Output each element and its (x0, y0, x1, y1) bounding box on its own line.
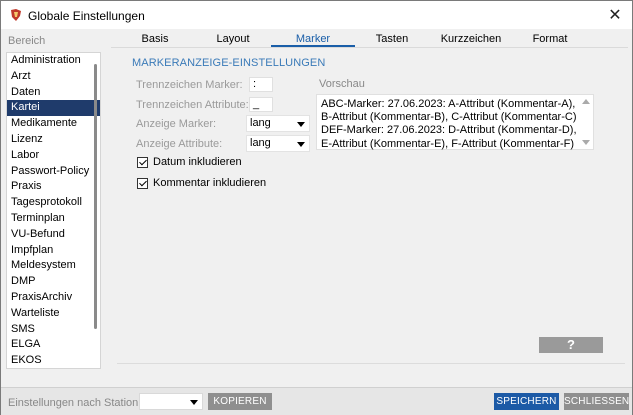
tab-basis[interactable]: Basis (113, 30, 197, 48)
scroll-up-icon[interactable] (582, 99, 590, 104)
sidebar-item-vu-befund[interactable]: VU-Befund (7, 227, 100, 243)
separator-marker-label: Trennzeichen Marker: (136, 79, 243, 91)
settings-window: Globale Einstellungen ✕ Bereich Administ… (0, 0, 633, 415)
sidebar-scrollbar[interactable] (94, 64, 97, 329)
tab-divider (111, 47, 628, 48)
save-button[interactable]: SPEICHERN (494, 393, 559, 410)
station-select[interactable] (139, 393, 203, 410)
display-marker-select[interactable]: lang (246, 115, 310, 132)
help-button[interactable]: ? (539, 337, 603, 353)
include-comment-label: Kommentar inkludieren (153, 177, 267, 189)
chevron-down-icon (297, 142, 305, 147)
sidebar-item-dmp[interactable]: DMP (7, 274, 100, 290)
sidebar-item-labor[interactable]: Labor (7, 148, 100, 164)
close-icon[interactable]: ✕ (602, 3, 628, 27)
sidebar-item-praxisarchiv[interactable]: PraxisArchiv (7, 290, 100, 306)
chevron-down-icon (297, 122, 305, 127)
sidebar-item-meldesystem[interactable]: Meldesystem (7, 258, 100, 274)
separator-marker-input[interactable]: : (249, 77, 273, 92)
display-marker-value: lang (250, 117, 271, 129)
tab-tasten[interactable]: Tasten (350, 30, 434, 48)
sidebar-item-impfplan[interactable]: Impfplan (7, 243, 100, 259)
sidebar-list: Administration Arzt Daten Kartei Medikam… (6, 52, 101, 369)
preview-box: ABC-Marker: 27.06.2023: A-Attribut (Komm… (316, 94, 594, 150)
station-label: Einstellungen nach Station (8, 397, 139, 409)
display-attribute-label: Anzeige Attribute: (136, 138, 223, 150)
include-comment-checkbox[interactable] (137, 177, 148, 189)
tab-kurzzeichen[interactable]: Kurzzeichen (429, 30, 513, 48)
sidebar-item-praxis[interactable]: Praxis (7, 179, 100, 195)
sidebar-item-arzt[interactable]: Arzt (7, 69, 100, 85)
sidebar-item-daten[interactable]: Daten (7, 85, 100, 101)
bottom-bar: Einstellungen nach Station KOPIEREN SPEI… (1, 387, 632, 415)
separator-attribute-input[interactable]: _ (249, 97, 273, 112)
close-button[interactable]: SCHLIESSEN (564, 393, 629, 410)
include-date-checkbox[interactable] (137, 156, 148, 168)
tab-layout[interactable]: Layout (191, 30, 275, 48)
sidebar-item-medikamente[interactable]: Medikamente (7, 116, 100, 132)
copy-button[interactable]: KOPIEREN (208, 393, 272, 410)
scroll-down-icon[interactable] (582, 140, 590, 145)
sidebar-label: Bereich (8, 35, 46, 47)
display-marker-label: Anzeige Marker: (136, 118, 217, 130)
sidebar-item-ekos[interactable]: EKOS (7, 353, 100, 368)
sidebar-item-sms[interactable]: SMS (7, 322, 100, 338)
sidebar-item-warteliste[interactable]: Warteliste (7, 306, 100, 322)
sidebar-item-lizenz[interactable]: Lizenz (7, 132, 100, 148)
tab-format[interactable]: Format (508, 30, 592, 48)
preview-text: ABC-Marker: 27.06.2023: A-Attribut (Komm… (321, 98, 577, 150)
sidebar-item-kartei[interactable]: Kartei (7, 100, 100, 117)
display-attribute-value: lang (250, 137, 271, 149)
separator-attribute-label: Trennzeichen Attribute: (136, 99, 249, 111)
sidebar-item-administration[interactable]: Administration (7, 53, 100, 69)
sidebar-item-passwort-policy[interactable]: Passwort-Policy (7, 164, 100, 180)
title-bar: Globale Einstellungen ✕ (1, 1, 632, 29)
window-title: Globale Einstellungen (28, 9, 145, 23)
section-title: MARKERANZEIGE-EINSTELLUNGEN (132, 57, 326, 69)
include-date-row[interactable]: Datum inkludieren (137, 156, 242, 168)
sidebar-item-tagesprotokoll[interactable]: Tagesprotokoll (7, 195, 100, 211)
include-date-label: Datum inkludieren (153, 156, 242, 168)
preview-label: Vorschau (319, 78, 365, 90)
sidebar-item-elga[interactable]: ELGA (7, 337, 100, 353)
content-divider (117, 363, 625, 364)
app-logo-icon (11, 9, 21, 21)
include-comment-row[interactable]: Kommentar inkludieren (137, 177, 266, 189)
display-attribute-select[interactable]: lang (246, 135, 310, 152)
chevron-down-icon (190, 400, 198, 405)
sidebar-item-terminplan[interactable]: Terminplan (7, 211, 100, 227)
